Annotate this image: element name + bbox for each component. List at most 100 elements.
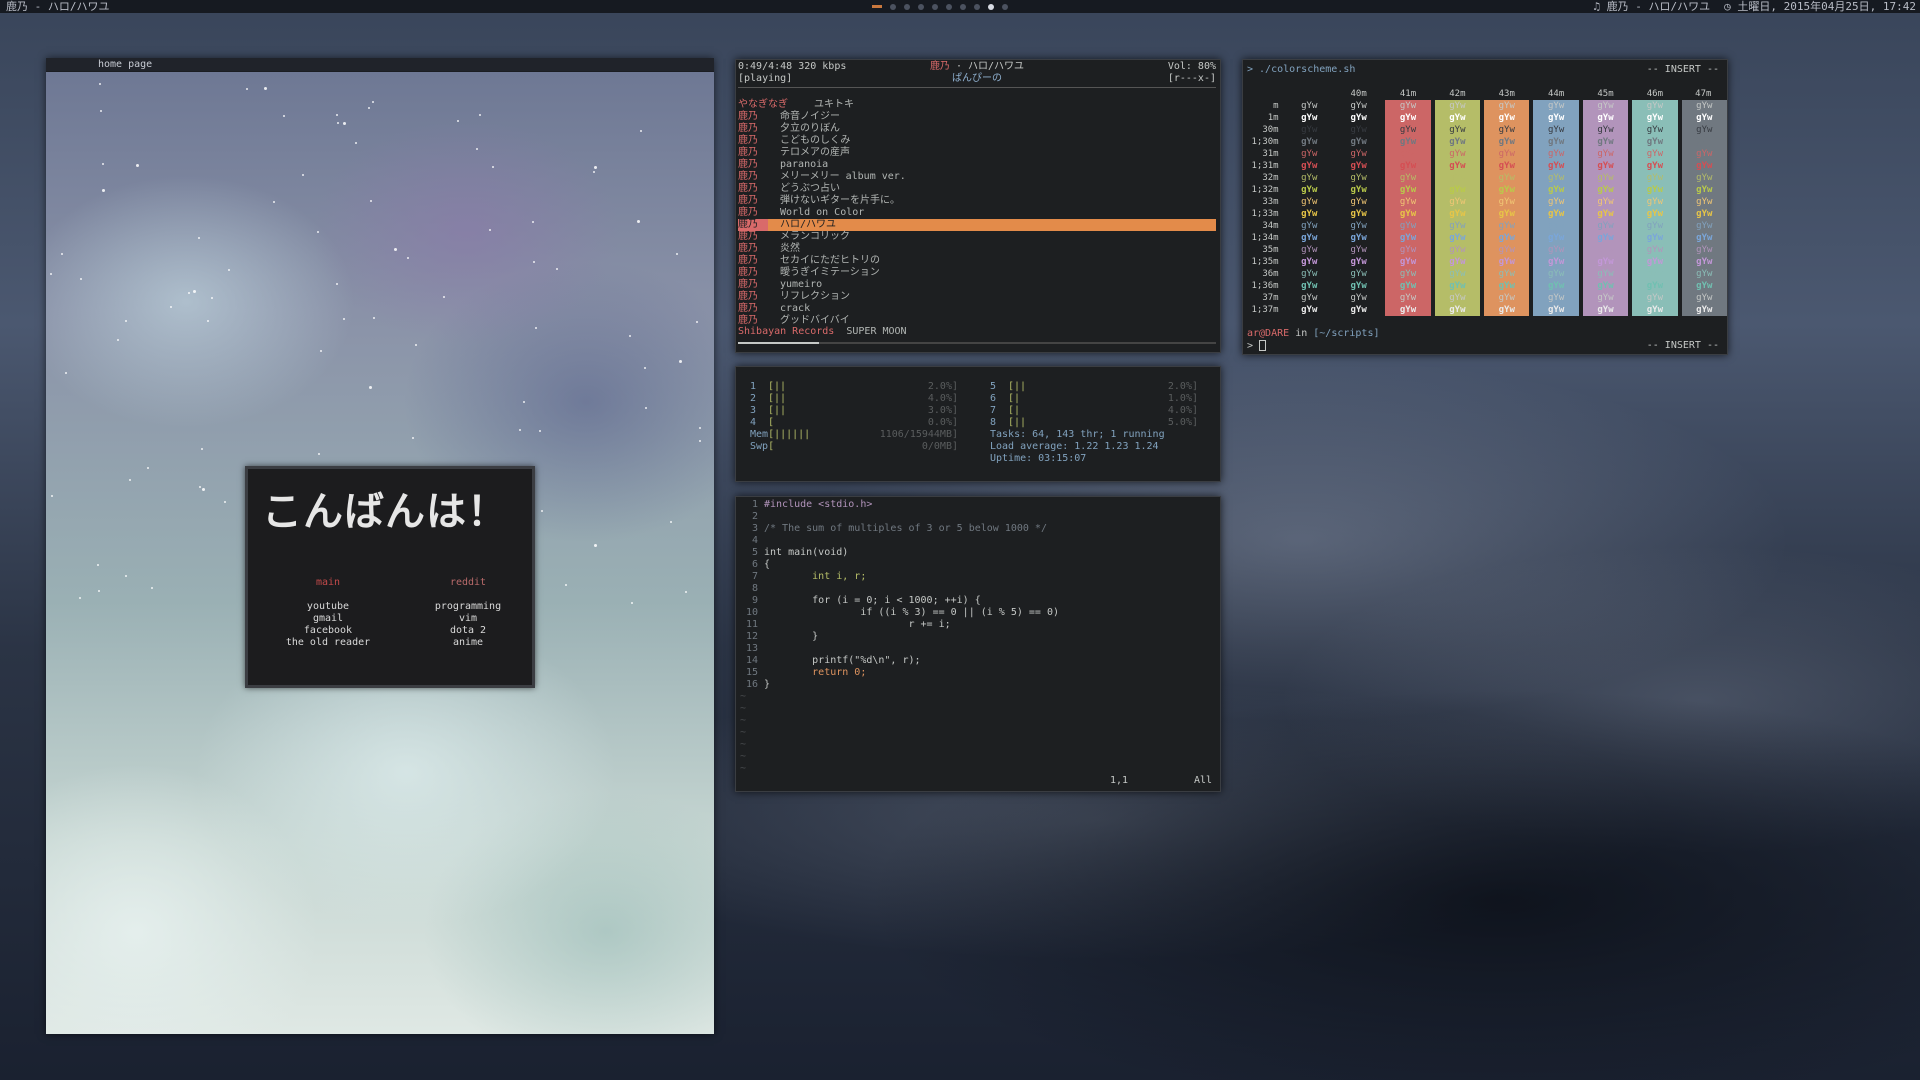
playlist-row[interactable]: 鹿乃 炎然	[738, 243, 1216, 255]
star	[492, 166, 494, 168]
color-sample: gYw	[1381, 244, 1433, 256]
progress-bar[interactable]	[738, 342, 1216, 344]
color-sample: gYw	[1628, 244, 1680, 256]
playlist-row[interactable]: 鹿乃 crack	[738, 303, 1216, 315]
workspace-5[interactable]	[932, 3, 938, 10]
workspace-1[interactable]	[872, 5, 882, 8]
star	[97, 564, 99, 566]
color-sample: gYw	[1381, 172, 1433, 184]
prompt-caret: >	[1247, 340, 1254, 352]
star	[532, 221, 534, 223]
link-vim[interactable]: vim	[408, 613, 528, 625]
star	[79, 597, 81, 599]
color-sample: gYw	[1677, 244, 1727, 256]
playlist-row[interactable]: 鹿乃 リフレクション	[738, 291, 1216, 303]
link-programming[interactable]: programming	[408, 601, 528, 613]
workspace-7[interactable]	[960, 3, 966, 10]
vim-editor-window[interactable]: 1 #include <stdio.h> 2 3/* The sum of mul…	[735, 496, 1221, 792]
star	[102, 189, 105, 192]
playlist-row-playing[interactable]: 鹿乃 ハロ/ハワユ	[738, 219, 1216, 231]
cursor-position: 1,1	[1110, 775, 1129, 786]
star	[224, 501, 226, 503]
link-facebook[interactable]: facebook	[268, 625, 388, 637]
fg-code-label: 1;32m	[1251, 185, 1279, 195]
link-anime[interactable]: anime	[408, 637, 528, 649]
colorscheme-terminal-window[interactable]: > ./colorscheme.sh -- INSERT -- 40m 41m 42…	[1242, 59, 1728, 355]
playlist-row[interactable]: 鹿乃 テロメアの産声	[738, 147, 1216, 159]
star	[370, 200, 372, 202]
color-sample: gYw	[1301, 269, 1318, 279]
star	[147, 467, 149, 469]
code-line: 6{	[751, 559, 771, 570]
workspace-8[interactable]	[974, 3, 980, 10]
browser-titlebar: home page	[46, 58, 714, 71]
cpu-number: 5	[990, 381, 997, 392]
color-sample: gYw	[1331, 268, 1384, 280]
color-sample: gYw	[1529, 208, 1581, 220]
color-sample: gYw	[1301, 293, 1318, 303]
workspace-9[interactable]	[988, 3, 994, 10]
playlist-row[interactable]: 鹿乃 yumeiro	[738, 279, 1216, 291]
track-artist: 鹿乃	[738, 171, 758, 182]
color-sample: gYw	[1480, 232, 1532, 244]
fg-code-label: 1;31m	[1251, 161, 1279, 171]
track-title: 命音ノイジー	[780, 111, 840, 122]
color-sample: gYw	[1331, 172, 1384, 184]
cpu-meter: 8 [|| 5.0%]	[990, 417, 1198, 429]
star	[457, 120, 459, 122]
browser-tab-title[interactable]: home page	[98, 59, 152, 70]
playlist-row[interactable]: 鹿乃 paranoia	[738, 159, 1216, 171]
color-sample: gYw	[1331, 256, 1384, 268]
memory-bar: [||||||	[768, 429, 811, 440]
color-sample: gYw	[1331, 232, 1384, 244]
homepage-card: こんばんは！ main youtube gmail facebook the o…	[245, 466, 535, 688]
color-sample: gYw	[1430, 304, 1483, 316]
color-sample: gYw	[1578, 112, 1631, 124]
color-sample: gYw	[1628, 160, 1680, 172]
playlist-row[interactable]: 鹿乃 夕立のりぼん	[738, 123, 1216, 135]
workspace-2[interactable]	[890, 3, 896, 10]
fg-code-label: 32m	[1262, 173, 1279, 183]
playlist-row[interactable]: やなぎなぎ ユキトキ	[738, 99, 1216, 111]
playlist-row[interactable]: 鹿乃 こどものしくみ	[738, 135, 1216, 147]
color-sample: gYw	[1529, 280, 1581, 292]
star	[593, 171, 595, 173]
playlist-row[interactable]: 鹿乃 命音ノイジー	[738, 111, 1216, 123]
playlist-row[interactable]: 鹿乃 弾けないギターを片手に。	[738, 195, 1216, 207]
color-sample: gYw	[1301, 101, 1318, 111]
color-sample: gYw	[1480, 184, 1532, 196]
workspace-10[interactable]	[1002, 3, 1008, 10]
playlist-row[interactable]: 鹿乃 メランコリック	[738, 231, 1216, 243]
track-artist: 鹿乃	[738, 219, 768, 231]
playlist-row[interactable]: 鹿乃 メリーメリー album ver.	[738, 171, 1216, 183]
playlist-row[interactable]: 鹿乃 曖うぎイミテーション	[738, 267, 1216, 279]
link-column-reddit: reddit programming vim dota 2 anime	[408, 577, 528, 649]
link-the-old-reader[interactable]: the old reader	[268, 637, 388, 649]
cpu-value: 2.0%]	[1167, 381, 1198, 392]
track-title: メランコリック	[780, 231, 850, 242]
link-dota-2[interactable]: dota 2	[408, 625, 528, 637]
color-sample: gYw	[1301, 113, 1318, 123]
color-sample: gYw	[1301, 305, 1318, 315]
color-sample: gYw	[1381, 112, 1433, 124]
playlist-row[interactable]: 鹿乃 World on Color	[738, 207, 1216, 219]
track-artist: 鹿乃	[738, 207, 758, 218]
playlist-row[interactable]: 鹿乃 どうぶつ占い	[738, 183, 1216, 195]
cpu-number: 7	[990, 405, 997, 416]
track-title: こどものしくみ	[780, 135, 851, 146]
workspace-4[interactable]	[918, 3, 924, 10]
code-text: {	[764, 559, 771, 570]
bg-code-header: 42m	[1449, 89, 1466, 99]
playlist-row[interactable]: 鹿乃 セカイにただヒトリの	[738, 255, 1216, 267]
link-gmail[interactable]: gmail	[268, 613, 388, 625]
workspace-6[interactable]	[946, 3, 952, 10]
link-youtube[interactable]: youtube	[268, 601, 388, 613]
shell-input[interactable]: >	[1247, 340, 1267, 353]
star	[372, 101, 374, 103]
workspace-3[interactable]	[904, 3, 910, 10]
color-sample: gYw	[1430, 268, 1483, 280]
color-sample: gYw	[1480, 292, 1532, 304]
code-line: 14 printf("%d\n", r);	[745, 655, 921, 666]
star	[594, 166, 597, 169]
star	[337, 122, 339, 124]
